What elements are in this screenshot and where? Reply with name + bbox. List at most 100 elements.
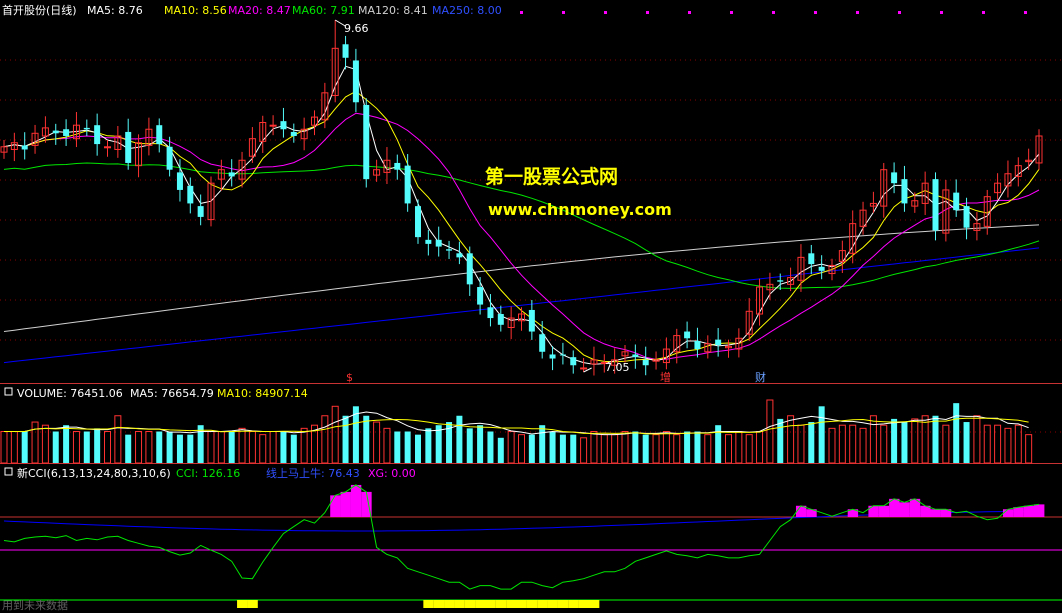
ma60-readout: MA60: 7.91 — [292, 4, 355, 17]
candle-body-down — [394, 162, 401, 170]
event-marker-zeng[interactable]: 增 — [660, 370, 671, 384]
candle-body-down — [953, 192, 960, 211]
volume-bar — [31, 421, 39, 464]
event-marker-s[interactable]: $ — [346, 371, 353, 384]
cci-title: 新CCI(6,13,13,24,80,3,10,6) — [17, 466, 171, 480]
volume-bar — [704, 434, 712, 464]
volume-bar — [207, 431, 215, 464]
panel-toggle-icon[interactable] — [4, 467, 13, 476]
candle-body-down — [83, 127, 90, 130]
volume-bar — [539, 425, 546, 463]
volume-bar — [21, 431, 28, 463]
candle — [477, 277, 484, 315]
volume-bar — [52, 431, 59, 463]
volume-bar — [383, 427, 391, 464]
cci-hist-low — [547, 600, 558, 608]
cci-hist-low — [247, 600, 258, 608]
candle — [10, 132, 18, 162]
candle-body-up — [104, 146, 111, 149]
candle — [31, 124, 39, 154]
candle-body-up — [580, 367, 588, 370]
footer-note: 用到未来数据 — [2, 598, 68, 612]
candle — [394, 154, 401, 180]
candle — [632, 344, 639, 369]
volume-bar — [290, 434, 297, 463]
volume-bar — [518, 434, 525, 464]
volume-bar — [963, 422, 970, 463]
candle-body-down — [290, 131, 297, 136]
volume-ma5-readout: MA5: 76654.79 — [130, 387, 214, 400]
cci-hist-low — [516, 600, 527, 608]
candle — [828, 258, 836, 281]
header-dot — [856, 11, 859, 14]
cci-hist-high — [930, 509, 941, 517]
candle — [217, 159, 225, 191]
price-header: 首开股份(日线) MA5: 8.76 MA10: 8.56 MA20: 8.47… — [2, 3, 502, 17]
volume-bar — [787, 415, 795, 464]
cci-hist-low — [506, 600, 517, 608]
candle-body-down — [342, 44, 349, 58]
cci-line-readout: 线上马上牛: 76.43 — [266, 466, 360, 480]
candle — [456, 241, 463, 265]
candlestick-series[interactable] — [0, 19, 1043, 376]
ma5-readout: MA5: 8.76 — [87, 4, 143, 17]
volume-bar — [911, 418, 919, 464]
candle — [1004, 160, 1012, 198]
event-marker-cai[interactable]: 财 — [755, 370, 766, 384]
cci-indicator[interactable] — [0, 484, 1062, 608]
candle — [621, 345, 629, 363]
volume-bar — [549, 431, 556, 463]
candle-body-down — [352, 60, 359, 103]
candle — [72, 111, 80, 148]
candle — [435, 226, 442, 257]
stock-name[interactable]: 首开股份(日线) — [2, 3, 77, 17]
volume-bar — [715, 425, 722, 463]
cci-hist-high — [878, 505, 890, 517]
candle-body-down — [477, 287, 484, 305]
candle-body-down — [197, 206, 204, 217]
cci-hist-high — [899, 502, 910, 517]
candle-body-down — [487, 307, 494, 319]
candle-body-down — [176, 172, 183, 190]
candle — [0, 140, 8, 159]
candle-body-down — [280, 121, 287, 130]
candle-body-down — [166, 146, 173, 170]
header-dot — [1024, 11, 1027, 14]
volume-bar — [808, 422, 815, 463]
volume-bar — [684, 431, 691, 463]
cci-hist-low — [526, 600, 538, 608]
candle — [684, 321, 691, 349]
candle — [373, 159, 381, 182]
volume-bar — [497, 437, 504, 463]
volume-bar — [570, 434, 577, 463]
candle — [797, 244, 805, 292]
volume-bar — [456, 415, 463, 463]
volume-bar — [0, 431, 8, 464]
low-price-label: 7.05 — [605, 361, 630, 374]
candle — [973, 212, 981, 241]
candle-body-down — [466, 253, 473, 285]
candle — [228, 159, 235, 187]
cci-hist-high — [1034, 504, 1045, 517]
candle — [694, 327, 701, 358]
candle — [539, 321, 546, 359]
candle — [52, 123, 59, 145]
stock-chart[interactable]: 首开股份(日线) MA5: 8.76 MA10: 8.56 MA20: 8.47… — [0, 0, 1062, 613]
candle-body-down — [52, 130, 59, 134]
candle — [1035, 129, 1043, 170]
candle — [425, 229, 432, 256]
volume-bar — [942, 424, 950, 464]
volume-bar — [166, 431, 173, 463]
candle-body-down — [901, 179, 908, 204]
header-dot — [520, 11, 523, 14]
cci-hist-high — [1013, 507, 1024, 517]
candle-body-down — [415, 206, 421, 238]
header-dot — [646, 11, 649, 14]
panel-toggle-icon[interactable] — [4, 387, 13, 396]
volume-bar — [673, 434, 681, 464]
volume-bar — [114, 415, 122, 464]
candle — [104, 140, 111, 157]
cci-hist-low — [568, 600, 579, 608]
volume-bar — [818, 406, 825, 463]
volume-bar — [248, 431, 256, 464]
